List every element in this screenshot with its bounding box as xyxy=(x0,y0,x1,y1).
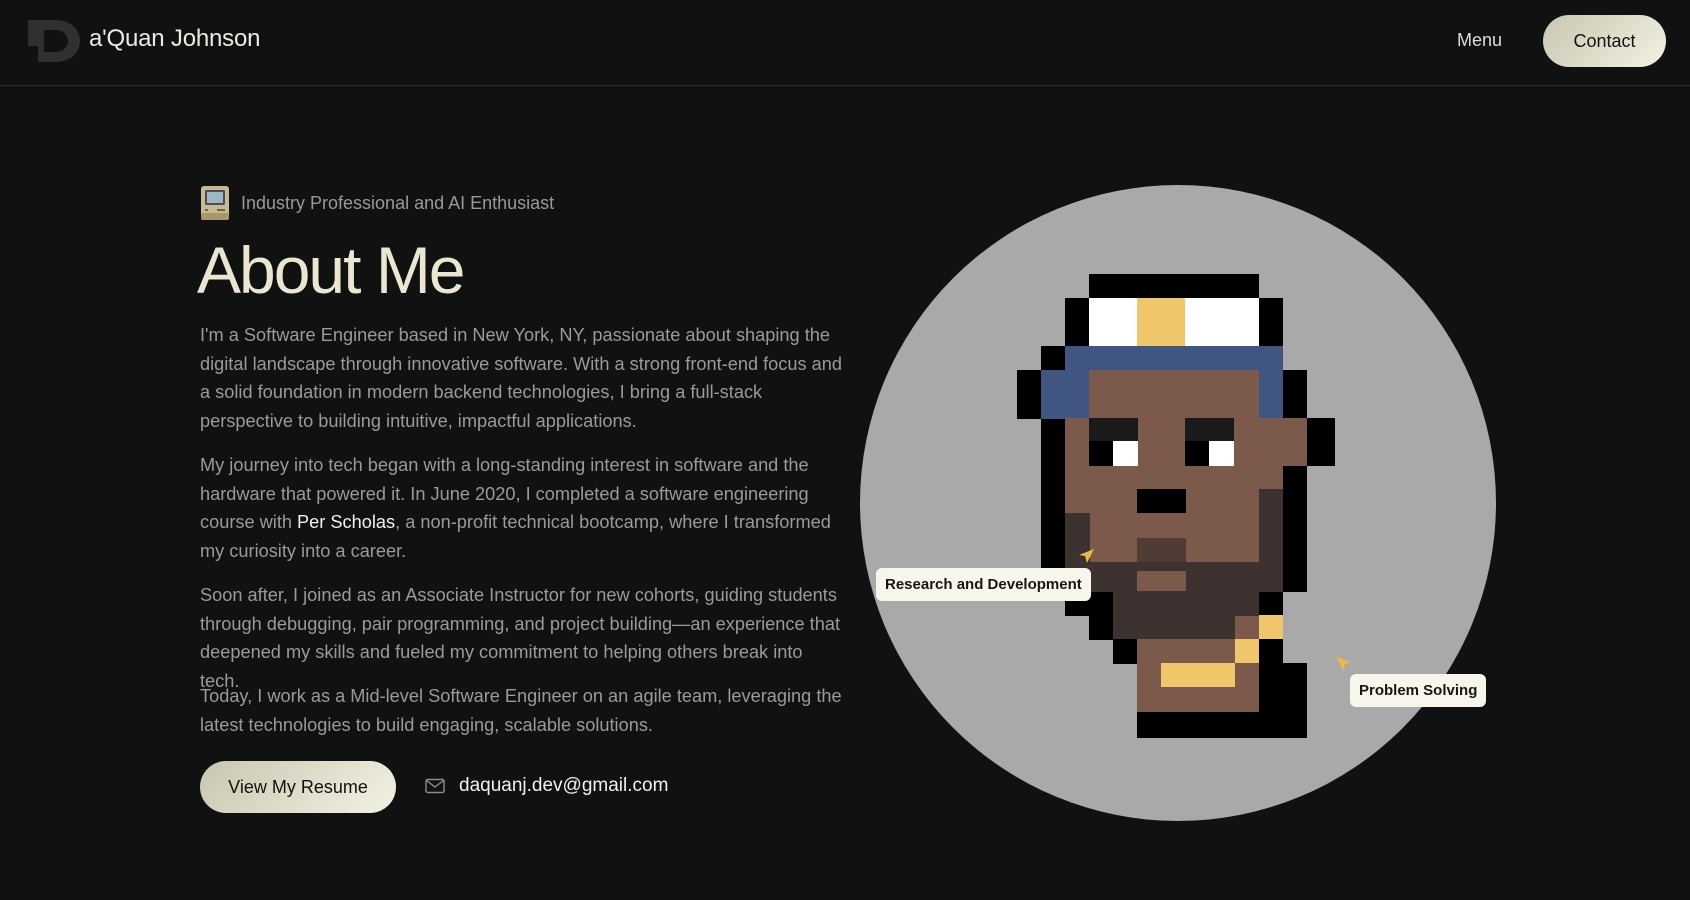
about-paragraph-4: Today, I work as a Mid-level Software En… xyxy=(200,686,842,735)
about-paragraph-1: I'm a Software Engineer based in New Yor… xyxy=(200,325,842,432)
pixel-avatar xyxy=(1017,274,1335,738)
menu-button[interactable]: Menu xyxy=(1457,30,1502,51)
cursor-arrow-icon xyxy=(1077,547,1095,565)
mail-icon xyxy=(425,778,445,794)
about-paragraph-2: My journey into tech began with a long-s… xyxy=(200,451,845,566)
computer-icon xyxy=(200,185,230,221)
email-address: daquanj.dev@gmail.com xyxy=(459,775,669,796)
view-resume-button[interactable]: View My Resume xyxy=(200,761,396,813)
contact-button[interactable]: Contact xyxy=(1543,15,1666,67)
research-development-label: Research and Development xyxy=(876,568,1091,601)
about-paragraph-3: Soon after, I joined as an Associate Ins… xyxy=(200,585,841,692)
tagline-text: Industry Professional and AI Enthusiast xyxy=(241,192,555,213)
cursor-arrow-icon xyxy=(1335,655,1353,673)
email-link[interactable]: daquanj.dev@gmail.com xyxy=(425,775,668,797)
tagline-row: Industry Professional and AI Enthusiast xyxy=(200,185,554,221)
avatar-circle xyxy=(860,185,1496,821)
brand-name[interactable]: a'Quan Johnson xyxy=(89,25,260,53)
problem-solving-label: Problem Solving xyxy=(1350,674,1487,707)
per-scholas-link[interactable]: Per Scholas xyxy=(297,512,395,532)
site-header: a'Quan Johnson Menu Contact xyxy=(0,0,1690,86)
logo-icon[interactable] xyxy=(28,20,80,62)
page-title: About Me xyxy=(197,233,465,307)
